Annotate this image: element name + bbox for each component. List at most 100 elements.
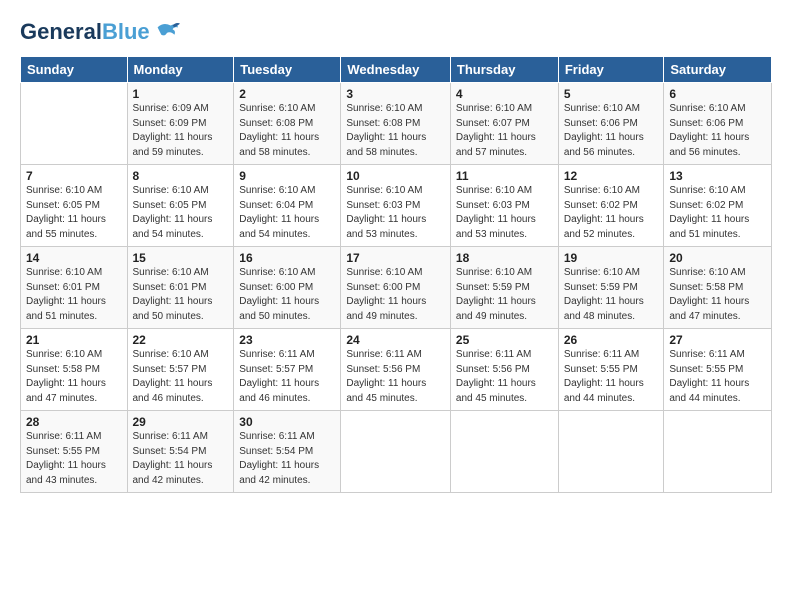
calendar-header-tuesday: Tuesday: [234, 57, 341, 83]
calendar-cell: 2Sunrise: 6:10 AM Sunset: 6:08 PM Daylig…: [234, 83, 341, 165]
day-info: Sunrise: 6:10 AM Sunset: 5:59 PM Dayligh…: [456, 266, 553, 324]
day-info: Sunrise: 6:10 AM Sunset: 6:02 PM Dayligh…: [564, 184, 659, 242]
day-info: Sunrise: 6:10 AM Sunset: 6:00 PM Dayligh…: [239, 266, 335, 324]
calendar-cell: 5Sunrise: 6:10 AM Sunset: 6:06 PM Daylig…: [558, 83, 664, 165]
day-number: 15: [133, 251, 229, 265]
calendar-cell: 30Sunrise: 6:11 AM Sunset: 5:54 PM Dayli…: [234, 411, 341, 493]
calendar-header-saturday: Saturday: [664, 57, 772, 83]
day-number: 7: [26, 169, 122, 183]
day-info: Sunrise: 6:10 AM Sunset: 6:05 PM Dayligh…: [26, 184, 122, 242]
day-info: Sunrise: 6:10 AM Sunset: 6:08 PM Dayligh…: [346, 102, 445, 160]
day-info: Sunrise: 6:11 AM Sunset: 5:56 PM Dayligh…: [456, 348, 553, 406]
day-info: Sunrise: 6:10 AM Sunset: 6:01 PM Dayligh…: [133, 266, 229, 324]
day-info: Sunrise: 6:10 AM Sunset: 6:01 PM Dayligh…: [26, 266, 122, 324]
calendar-cell: 23Sunrise: 6:11 AM Sunset: 5:57 PM Dayli…: [234, 329, 341, 411]
calendar-header-monday: Monday: [127, 57, 234, 83]
logo: GeneralBlue: [20, 18, 180, 46]
calendar-cell: [558, 411, 664, 493]
day-number: 21: [26, 333, 122, 347]
calendar-week-row: 28Sunrise: 6:11 AM Sunset: 5:55 PM Dayli…: [21, 411, 772, 493]
day-info: Sunrise: 6:10 AM Sunset: 5:58 PM Dayligh…: [26, 348, 122, 406]
calendar-cell: 29Sunrise: 6:11 AM Sunset: 5:54 PM Dayli…: [127, 411, 234, 493]
day-number: 16: [239, 251, 335, 265]
day-number: 19: [564, 251, 659, 265]
day-info: Sunrise: 6:11 AM Sunset: 5:56 PM Dayligh…: [346, 348, 445, 406]
calendar-week-row: 1Sunrise: 6:09 AM Sunset: 6:09 PM Daylig…: [21, 83, 772, 165]
calendar-cell: [450, 411, 558, 493]
calendar-cell: 21Sunrise: 6:10 AM Sunset: 5:58 PM Dayli…: [21, 329, 128, 411]
day-number: 1: [133, 87, 229, 101]
day-info: Sunrise: 6:10 AM Sunset: 6:08 PM Dayligh…: [239, 102, 335, 160]
day-number: 23: [239, 333, 335, 347]
day-number: 28: [26, 415, 122, 429]
calendar-cell: 28Sunrise: 6:11 AM Sunset: 5:55 PM Dayli…: [21, 411, 128, 493]
calendar-cell: 14Sunrise: 6:10 AM Sunset: 6:01 PM Dayli…: [21, 247, 128, 329]
logo-bird-icon: [152, 18, 180, 46]
day-info: Sunrise: 6:10 AM Sunset: 6:06 PM Dayligh…: [564, 102, 659, 160]
calendar-cell: 9Sunrise: 6:10 AM Sunset: 6:04 PM Daylig…: [234, 165, 341, 247]
day-number: 5: [564, 87, 659, 101]
calendar-cell: 7Sunrise: 6:10 AM Sunset: 6:05 PM Daylig…: [21, 165, 128, 247]
calendar-week-row: 14Sunrise: 6:10 AM Sunset: 6:01 PM Dayli…: [21, 247, 772, 329]
day-info: Sunrise: 6:10 AM Sunset: 6:02 PM Dayligh…: [669, 184, 766, 242]
day-info: Sunrise: 6:10 AM Sunset: 6:07 PM Dayligh…: [456, 102, 553, 160]
calendar-cell: 20Sunrise: 6:10 AM Sunset: 5:58 PM Dayli…: [664, 247, 772, 329]
calendar-header-friday: Friday: [558, 57, 664, 83]
day-number: 13: [669, 169, 766, 183]
logo-text: GeneralBlue: [20, 20, 150, 44]
calendar-header-thursday: Thursday: [450, 57, 558, 83]
day-number: 3: [346, 87, 445, 101]
calendar-cell: 18Sunrise: 6:10 AM Sunset: 5:59 PM Dayli…: [450, 247, 558, 329]
day-number: 14: [26, 251, 122, 265]
day-info: Sunrise: 6:10 AM Sunset: 6:04 PM Dayligh…: [239, 184, 335, 242]
day-info: Sunrise: 6:11 AM Sunset: 5:55 PM Dayligh…: [669, 348, 766, 406]
day-info: Sunrise: 6:10 AM Sunset: 6:03 PM Dayligh…: [456, 184, 553, 242]
day-info: Sunrise: 6:11 AM Sunset: 5:54 PM Dayligh…: [239, 430, 335, 488]
day-info: Sunrise: 6:10 AM Sunset: 6:05 PM Dayligh…: [133, 184, 229, 242]
header: GeneralBlue: [20, 18, 772, 46]
calendar-cell: [664, 411, 772, 493]
calendar-cell: 17Sunrise: 6:10 AM Sunset: 6:00 PM Dayli…: [341, 247, 451, 329]
day-number: 17: [346, 251, 445, 265]
calendar-cell: [341, 411, 451, 493]
calendar-cell: 11Sunrise: 6:10 AM Sunset: 6:03 PM Dayli…: [450, 165, 558, 247]
calendar-cell: 16Sunrise: 6:10 AM Sunset: 6:00 PM Dayli…: [234, 247, 341, 329]
day-number: 30: [239, 415, 335, 429]
calendar-header-sunday: Sunday: [21, 57, 128, 83]
calendar-cell: [21, 83, 128, 165]
day-number: 2: [239, 87, 335, 101]
calendar-cell: 27Sunrise: 6:11 AM Sunset: 5:55 PM Dayli…: [664, 329, 772, 411]
day-number: 22: [133, 333, 229, 347]
calendar-cell: 22Sunrise: 6:10 AM Sunset: 5:57 PM Dayli…: [127, 329, 234, 411]
calendar-cell: 12Sunrise: 6:10 AM Sunset: 6:02 PM Dayli…: [558, 165, 664, 247]
calendar-header-wednesday: Wednesday: [341, 57, 451, 83]
calendar-cell: 3Sunrise: 6:10 AM Sunset: 6:08 PM Daylig…: [341, 83, 451, 165]
day-number: 11: [456, 169, 553, 183]
day-number: 4: [456, 87, 553, 101]
day-number: 20: [669, 251, 766, 265]
day-number: 25: [456, 333, 553, 347]
calendar-cell: 19Sunrise: 6:10 AM Sunset: 5:59 PM Dayli…: [558, 247, 664, 329]
day-number: 9: [239, 169, 335, 183]
day-number: 6: [669, 87, 766, 101]
calendar-cell: 25Sunrise: 6:11 AM Sunset: 5:56 PM Dayli…: [450, 329, 558, 411]
calendar-cell: 10Sunrise: 6:10 AM Sunset: 6:03 PM Dayli…: [341, 165, 451, 247]
day-number: 24: [346, 333, 445, 347]
calendar-week-row: 7Sunrise: 6:10 AM Sunset: 6:05 PM Daylig…: [21, 165, 772, 247]
day-info: Sunrise: 6:09 AM Sunset: 6:09 PM Dayligh…: [133, 102, 229, 160]
day-number: 27: [669, 333, 766, 347]
day-info: Sunrise: 6:10 AM Sunset: 5:59 PM Dayligh…: [564, 266, 659, 324]
day-info: Sunrise: 6:10 AM Sunset: 5:57 PM Dayligh…: [133, 348, 229, 406]
calendar-cell: 24Sunrise: 6:11 AM Sunset: 5:56 PM Dayli…: [341, 329, 451, 411]
calendar-cell: 1Sunrise: 6:09 AM Sunset: 6:09 PM Daylig…: [127, 83, 234, 165]
calendar-cell: 4Sunrise: 6:10 AM Sunset: 6:07 PM Daylig…: [450, 83, 558, 165]
calendar-cell: 8Sunrise: 6:10 AM Sunset: 6:05 PM Daylig…: [127, 165, 234, 247]
calendar-cell: 15Sunrise: 6:10 AM Sunset: 6:01 PM Dayli…: [127, 247, 234, 329]
page-container: GeneralBlue SundayMondayTuesdayWednesday…: [0, 0, 792, 612]
day-number: 29: [133, 415, 229, 429]
calendar-week-row: 21Sunrise: 6:10 AM Sunset: 5:58 PM Dayli…: [21, 329, 772, 411]
day-info: Sunrise: 6:11 AM Sunset: 5:57 PM Dayligh…: [239, 348, 335, 406]
day-info: Sunrise: 6:10 AM Sunset: 6:00 PM Dayligh…: [346, 266, 445, 324]
day-info: Sunrise: 6:11 AM Sunset: 5:55 PM Dayligh…: [564, 348, 659, 406]
day-info: Sunrise: 6:11 AM Sunset: 5:55 PM Dayligh…: [26, 430, 122, 488]
